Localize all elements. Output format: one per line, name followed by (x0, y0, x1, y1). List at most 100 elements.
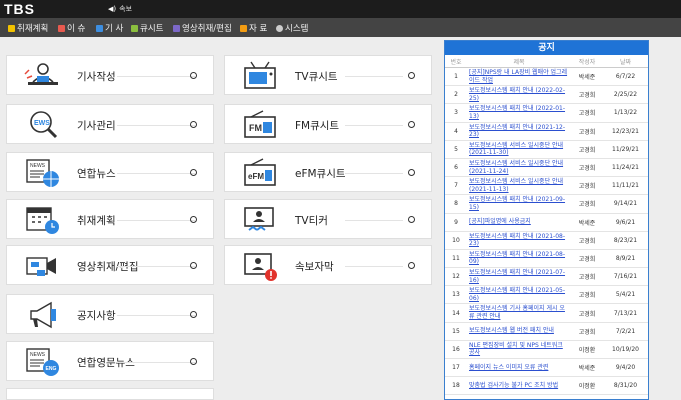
table-row[interactable]: 13 보도정보시스템 패치 안내 (2021-05-06) 고경희 5/4/21 (445, 285, 648, 305)
column-header-title: 제목 (467, 55, 571, 68)
notice-title-link[interactable]: 보도정보시스템 패치 안내 (2022-02-25) (467, 85, 571, 105)
table-row[interactable]: 17 홈페이지 뉴스 이미지 오류 관련 박세준 9/4/20 (445, 358, 648, 378)
row-date: 8/9/21 (603, 249, 648, 269)
menu-card-write-article[interactable]: 기사작성 (6, 55, 214, 95)
divider-line (117, 76, 195, 77)
notice-panel: 공지 번호 제목 작성자 날짜 1 [공지]NPS랑 내 LA장비 웹매야 업그레… (444, 40, 649, 400)
table-row[interactable]: 12 보도정보시스템 패치 안내 (2021-07-16) 고경희 7/16/21 (445, 267, 648, 287)
menu-card-manage-articles[interactable]: EWS 기사관리 (6, 104, 214, 144)
menu-card-breaking-caption[interactable]: 속보자막 (224, 245, 432, 285)
notice-title-link[interactable]: 보도정보시스템 패치 안내 (2021-09-15) (467, 194, 571, 214)
svg-text:ENG: ENG (46, 366, 57, 372)
notice-title-link[interactable]: 보도정보시스템 서비스 일시중단 안내 (2021-11-30) (467, 140, 571, 159)
circle-icon (408, 169, 415, 176)
nav-item-coverage-plan[interactable]: 취재계획 (8, 22, 48, 34)
divider-line (345, 173, 403, 174)
table-row[interactable]: 8 보도정보시스템 패치 안내 (2021-09-15) 고경희 9/14/21 (445, 194, 648, 214)
table-row[interactable]: 10 보도정보시스템 패치 안내 (2021-08-23) 고경희 8/23/21 (445, 231, 648, 250)
notice-title-link[interactable]: 보도정보시스템 기사 홈페이지 게시 오류 관련 안내 (467, 303, 571, 323)
circle-icon (190, 216, 197, 223)
menu-label: 기사관리 (77, 120, 116, 132)
breaking-news[interactable]: ◀) 속보 (108, 4, 132, 14)
menu-card-coverage-plan[interactable]: 취재계획 (6, 199, 214, 239)
table-row[interactable]: 11 보도정보시스템 패치 안내 (2021-08-09) 고경희 8/9/21 (445, 249, 648, 269)
row-author: 고경희 (571, 194, 603, 214)
megaphone-icon (30, 301, 56, 329)
row-number: 9 (445, 213, 467, 232)
circle-icon (408, 121, 415, 128)
table-row[interactable]: 18 맞춤법 검사기능 불가 PC 조치 방법 이정환 8/31/20 (445, 376, 648, 396)
column-header-number: 번호 (445, 55, 467, 68)
menu-card-partial[interactable] (6, 388, 214, 400)
notice-title-link[interactable]: 보도정보시스템 패치 안내 (2022-01-13) (467, 103, 571, 123)
nav-item-system[interactable]: 시스템 (276, 22, 308, 34)
menu-label: 공지사항 (77, 310, 116, 322)
table-row[interactable]: 6 보도정보시스템 서비스 일시중단 안내 (2021-11-24) 고경희 11/2… (445, 158, 648, 178)
divider-line (345, 266, 403, 267)
nav-item-article[interactable]: 기 사 (96, 22, 123, 34)
menu-card-video-editing[interactable]: 영상취재/편집 (6, 245, 214, 285)
row-date: 10/19/20 (603, 340, 648, 360)
table-row[interactable]: 7 보도정보시스템 서비스 일시중단 안내 (2021-11-13) 고경희 11/1… (445, 176, 648, 196)
row-date: 7/13/21 (603, 303, 648, 323)
table-row[interactable]: 5 보도정보시스템 서비스 일시중단 안내 (2021-11-30) 고경희 11/2… (445, 140, 648, 159)
row-author: 박세준 (571, 358, 603, 378)
notice-title-link[interactable]: [공지]파일명에 사용금지 (467, 213, 571, 232)
table-row[interactable]: 15 보도정보시스템 웹 버전 패치 안내 고경희 7/2/21 (445, 322, 648, 341)
circle-icon (190, 169, 197, 176)
notice-title: 공지 (445, 41, 648, 55)
row-number: 4 (445, 122, 467, 141)
breaking-alert-icon (244, 253, 277, 281)
notice-title-link[interactable]: 맞춤법 검사기능 불가 PC 조치 방법 (467, 376, 571, 396)
row-date: 7/16/21 (603, 267, 648, 287)
nav-item-cuesheet[interactable]: 큐시트 (131, 22, 163, 34)
row-date: 9/4/20 (603, 358, 648, 378)
table-row[interactable]: 2 보도정보시스템 패치 안내 (2022-02-25) 고경희 2/25/22 (445, 85, 648, 105)
tbs-logo[interactable]: TBS (4, 1, 35, 17)
menu-label: eFM큐시트 (295, 168, 346, 180)
divider-line (117, 362, 195, 363)
svg-text:FM: FM (249, 123, 262, 133)
menu-card-fm-cuesheet[interactable]: FM FM큐시트 (224, 104, 432, 144)
row-number: 8 (445, 194, 467, 214)
table-row[interactable]: 14 보도정보시스템 기사 홈페이지 게시 오류 관련 안내 고경희 7/13/21 (445, 303, 648, 323)
notice-title-link[interactable]: 보도정보시스템 패치 안내 (2021-12-23) (467, 122, 571, 141)
nav-item-video-editing[interactable]: 영상취재/편집 (173, 22, 232, 34)
menu-card-tv-cuesheet[interactable]: TV큐시트 (224, 55, 432, 95)
table-row[interactable]: 9 [공지]파일명에 사용금지 박세준 9/6/21 (445, 213, 648, 232)
circle-icon (190, 358, 197, 365)
notice-title-link[interactable]: 보도정보시스템 서비스 일시중단 안내 (2021-11-24) (467, 158, 571, 178)
row-number: 18 (445, 376, 467, 396)
table-row[interactable]: 16 NLE 편집장비 설치 및 NPS 네트워크 공사 이정환 10/19/20 (445, 340, 648, 360)
notice-title-link[interactable]: 보도정보시스템 패치 안내 (2021-08-23) (467, 231, 571, 250)
table-row[interactable]: 4 보도정보시스템 패치 안내 (2021-12-23) 고경희 12/23/21 (445, 122, 648, 141)
circle-icon (190, 262, 197, 269)
table-row[interactable]: 1 [공지]NPS랑 내 LA장비 웹매야 업그레이드 작업 박세준 6/7/22 (445, 67, 648, 87)
gear-icon (276, 25, 283, 32)
notice-title-link[interactable]: 보도정보시스템 패치 안내 (2021-05-06) (467, 285, 571, 305)
newspaper-english-icon: NEWS ENG (26, 348, 59, 376)
table-row[interactable]: 3 보도정보시스템 패치 안내 (2022-01-13) 고경희 1/13/22 (445, 103, 648, 123)
row-author: 고경희 (571, 176, 603, 196)
menu-card-notices[interactable]: 공지사항 (6, 294, 214, 334)
notice-title-link[interactable]: NLE 편집장비 설치 및 NPS 네트워크 공사 (467, 340, 571, 360)
menu-card-tv-ticker[interactable]: TV티커 (224, 199, 432, 239)
notice-title-link[interactable]: 보도정보시스템 웹 버전 패치 안내 (467, 322, 571, 341)
nav-item-materials[interactable]: 자 료 (240, 22, 267, 34)
menu-card-efm-cuesheet[interactable]: eFM eFM큐시트 (224, 152, 432, 192)
efm-radio-icon: eFM (244, 158, 276, 186)
row-number: 2 (445, 85, 467, 105)
nav-item-issue[interactable]: 이 슈 (58, 22, 85, 34)
notice-title-link[interactable]: [공지]NPS랑 내 LA장비 웹매야 업그레이드 작업 (467, 67, 571, 87)
tv-icon (244, 61, 276, 89)
row-date: 1/13/22 (603, 103, 648, 123)
notice-table: 번호 제목 작성자 날짜 1 [공지]NPS랑 내 LA장비 웹매야 업그레이드 … (445, 55, 648, 396)
menu-card-yonhap-news[interactable]: NEWS 연합뉴스 (6, 152, 214, 192)
circle-icon (408, 216, 415, 223)
menu-card-yonhap-english-news[interactable]: NEWS ENG 연합영문뉴스 (6, 341, 214, 381)
notice-title-link[interactable]: 보도정보시스템 서비스 일시중단 안내 (2021-11-13) (467, 176, 571, 196)
row-number: 5 (445, 140, 467, 159)
notice-title-link[interactable]: 홈페이지 뉴스 이미지 오류 관련 (467, 358, 571, 378)
notice-title-link[interactable]: 보도정보시스템 패치 안내 (2021-07-16) (467, 267, 571, 287)
notice-title-link[interactable]: 보도정보시스템 패치 안내 (2021-08-09) (467, 249, 571, 269)
